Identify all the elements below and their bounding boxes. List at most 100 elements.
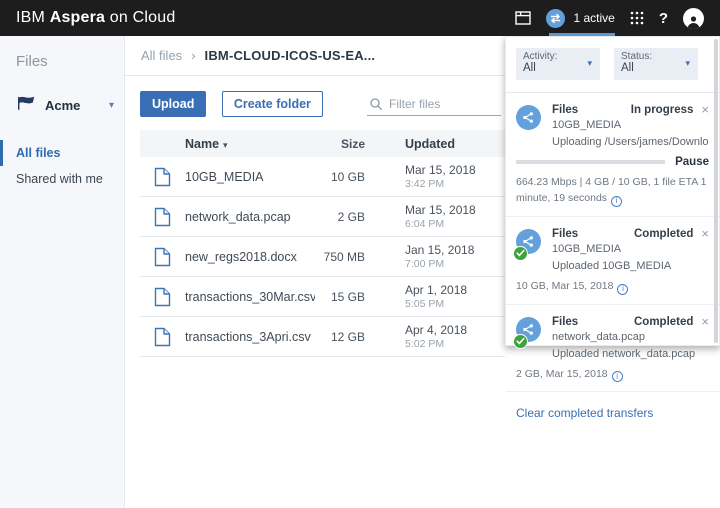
top-header: IBM Aspera on Cloud 1 active ? <box>0 0 720 36</box>
upload-button[interactable]: Upload <box>140 91 206 117</box>
org-switcher[interactable]: Acme ▾ <box>16 94 114 116</box>
table-row[interactable]: 10GB_MEDIA 10 GB Mar 15, 20183:42 PM <box>140 157 505 197</box>
file-name: 10GB_MEDIA <box>185 170 315 184</box>
file-icon <box>140 247 185 267</box>
transfer-status: Completed <box>634 316 693 328</box>
chevron-right-icon: › <box>191 48 195 63</box>
breadcrumb-current: IBM-CLOUD-ICOS-US-EA... <box>205 48 376 63</box>
info-icon[interactable]: i <box>612 371 623 382</box>
transfer-file-name: 10GB_MEDIA <box>552 243 709 255</box>
file-name: new_regs2018.docx <box>185 250 315 264</box>
brand-product: Aspera <box>50 9 105 26</box>
transfer-detail: Uploaded 10GB_MEDIA <box>552 260 709 272</box>
transfer-file-name: 10GB_MEDIA <box>552 119 709 131</box>
info-icon[interactable]: i <box>611 196 622 207</box>
close-icon[interactable]: × <box>701 105 709 115</box>
brand-ibm: IBM <box>16 9 50 26</box>
table-row[interactable]: transactions_30Mar.csv 15 GB Apr 1, 2018… <box>140 277 505 317</box>
transfer-card: Files Completed × 10GB_MEDIA Uploaded 10… <box>506 217 719 305</box>
transfer-filters: Activity: All ▾ Status: All ▾ <box>506 37 719 93</box>
close-icon[interactable]: × <box>701 317 709 327</box>
info-icon[interactable]: i <box>617 284 628 295</box>
file-icon <box>140 287 185 307</box>
header-actions: 1 active ? <box>515 8 704 29</box>
table-row[interactable]: network_data.pcap 2 GB Mar 15, 20186:04 … <box>140 197 505 237</box>
breadcrumb-parent[interactable]: All files <box>141 48 182 63</box>
file-name: transactions_30Mar.csv <box>185 290 315 304</box>
panel-scrollbar[interactable] <box>714 39 718 343</box>
chevron-down-icon[interactable]: ▾ <box>109 100 114 111</box>
files-table: Name▾ Size Updated 10GB_MEDIA 10 GB Mar … <box>140 130 505 357</box>
org-logo-icon <box>16 94 36 116</box>
file-size: 750 MB <box>315 250 365 264</box>
share-nodes-icon <box>516 105 541 130</box>
file-size: 10 GB <box>315 170 365 184</box>
help-icon[interactable]: ? <box>659 10 668 27</box>
table-row[interactable]: new_regs2018.docx 750 MB Jan 15, 20187:0… <box>140 237 505 277</box>
file-updated: Jan 15, 20187:00 PM <box>405 243 474 270</box>
toolbar: Upload Create folder <box>125 76 505 130</box>
status-filter-dropdown[interactable]: Status: All ▾ <box>614 48 698 80</box>
sidebar-item-all-files[interactable]: All files <box>0 140 124 166</box>
app-window: IBM Aspera on Cloud 1 active ? Files <box>0 0 720 508</box>
app-title: IBM Aspera on Cloud <box>16 9 175 27</box>
file-updated: Mar 15, 20186:04 PM <box>405 203 476 230</box>
sort-caret-icon: ▾ <box>223 140 228 150</box>
org-name: Acme <box>45 98 109 113</box>
close-icon[interactable]: × <box>701 229 709 239</box>
column-header-updated[interactable]: Updated <box>405 137 455 151</box>
file-name: transactions_3Apri.csv <box>185 330 315 344</box>
transfer-status: Completed <box>634 228 693 240</box>
transfer-file-name: network_data.pcap <box>552 331 709 343</box>
transfer-card: Files Completed × network_data.pcap Uplo… <box>506 305 719 393</box>
user-avatar-icon[interactable] <box>683 8 704 29</box>
active-transfers-count[interactable]: 1 active <box>573 11 614 25</box>
table-header-row: Name▾ Size Updated <box>140 130 505 157</box>
transfer-detail: Uploaded network_data.pcap <box>552 348 709 360</box>
table-row[interactable]: transactions_3Apri.csv 12 GB Apr 4, 2018… <box>140 317 505 357</box>
sidebar: Files Acme ▾ All files Shared with me <box>0 36 125 508</box>
file-icon <box>140 207 185 227</box>
sidebar-item-shared-with-me[interactable]: Shared with me <box>0 166 124 192</box>
brand-suffix: on Cloud <box>105 9 175 26</box>
transfer-status: In progress <box>631 104 694 116</box>
file-icon <box>140 167 185 187</box>
window-layout-icon[interactable] <box>515 11 531 25</box>
filter-files-box <box>367 92 501 116</box>
transfer-detail: Uploading /Users/james/Downloads/10GB_ME… <box>552 136 709 148</box>
file-icon <box>140 327 185 347</box>
column-header-size[interactable]: Size <box>315 137 365 151</box>
transfer-card: Files In progress × 10GB_MEDIA Uploading… <box>506 93 719 217</box>
activity-filter-dropdown[interactable]: Activity: All ▾ <box>516 48 600 80</box>
transfer-progress-row: Pause <box>516 156 709 168</box>
chevron-down-icon: ▾ <box>685 58 690 69</box>
file-size: 2 GB <box>315 210 365 224</box>
active-tab-underline <box>549 33 615 36</box>
success-check-icon <box>513 246 528 261</box>
create-folder-button[interactable]: Create folder <box>222 91 323 117</box>
clear-completed-transfers-link[interactable]: Clear completed transfers <box>516 406 653 420</box>
transfer-app: Files <box>552 316 634 328</box>
file-updated: Mar 15, 20183:42 PM <box>405 163 476 190</box>
breadcrumb: All files › IBM-CLOUD-ICOS-US-EA... <box>125 36 505 76</box>
transfer-meta: 10 GB, Mar 15, 2018i <box>516 278 709 295</box>
file-size: 12 GB <box>315 330 365 344</box>
file-updated: Apr 1, 20185:05 PM <box>405 283 467 310</box>
transfer-meta: 2 GB, Mar 15, 2018i <box>516 366 709 383</box>
sidebar-title: Files <box>0 36 124 70</box>
transfer-app: Files <box>552 228 634 240</box>
column-header-name[interactable]: Name▾ <box>185 137 315 151</box>
transfer-stats: 664.23 Mbps | 4 GB / 10 GB, 1 file ETA 1… <box>516 174 709 207</box>
progress-bar <box>516 160 665 164</box>
apps-grid-icon[interactable] <box>630 11 644 25</box>
search-icon <box>369 97 383 111</box>
main-content: All files › IBM-CLOUD-ICOS-US-EA... Uplo… <box>125 36 505 508</box>
file-name: network_data.pcap <box>185 210 315 224</box>
chevron-down-icon: ▾ <box>587 58 592 69</box>
pause-button[interactable]: Pause <box>675 156 709 168</box>
filter-files-input[interactable] <box>389 97 501 111</box>
sidebar-nav: All files Shared with me <box>0 140 124 192</box>
file-size: 15 GB <box>315 290 365 304</box>
success-check-icon <box>513 334 528 349</box>
transfers-icon[interactable] <box>546 9 565 28</box>
